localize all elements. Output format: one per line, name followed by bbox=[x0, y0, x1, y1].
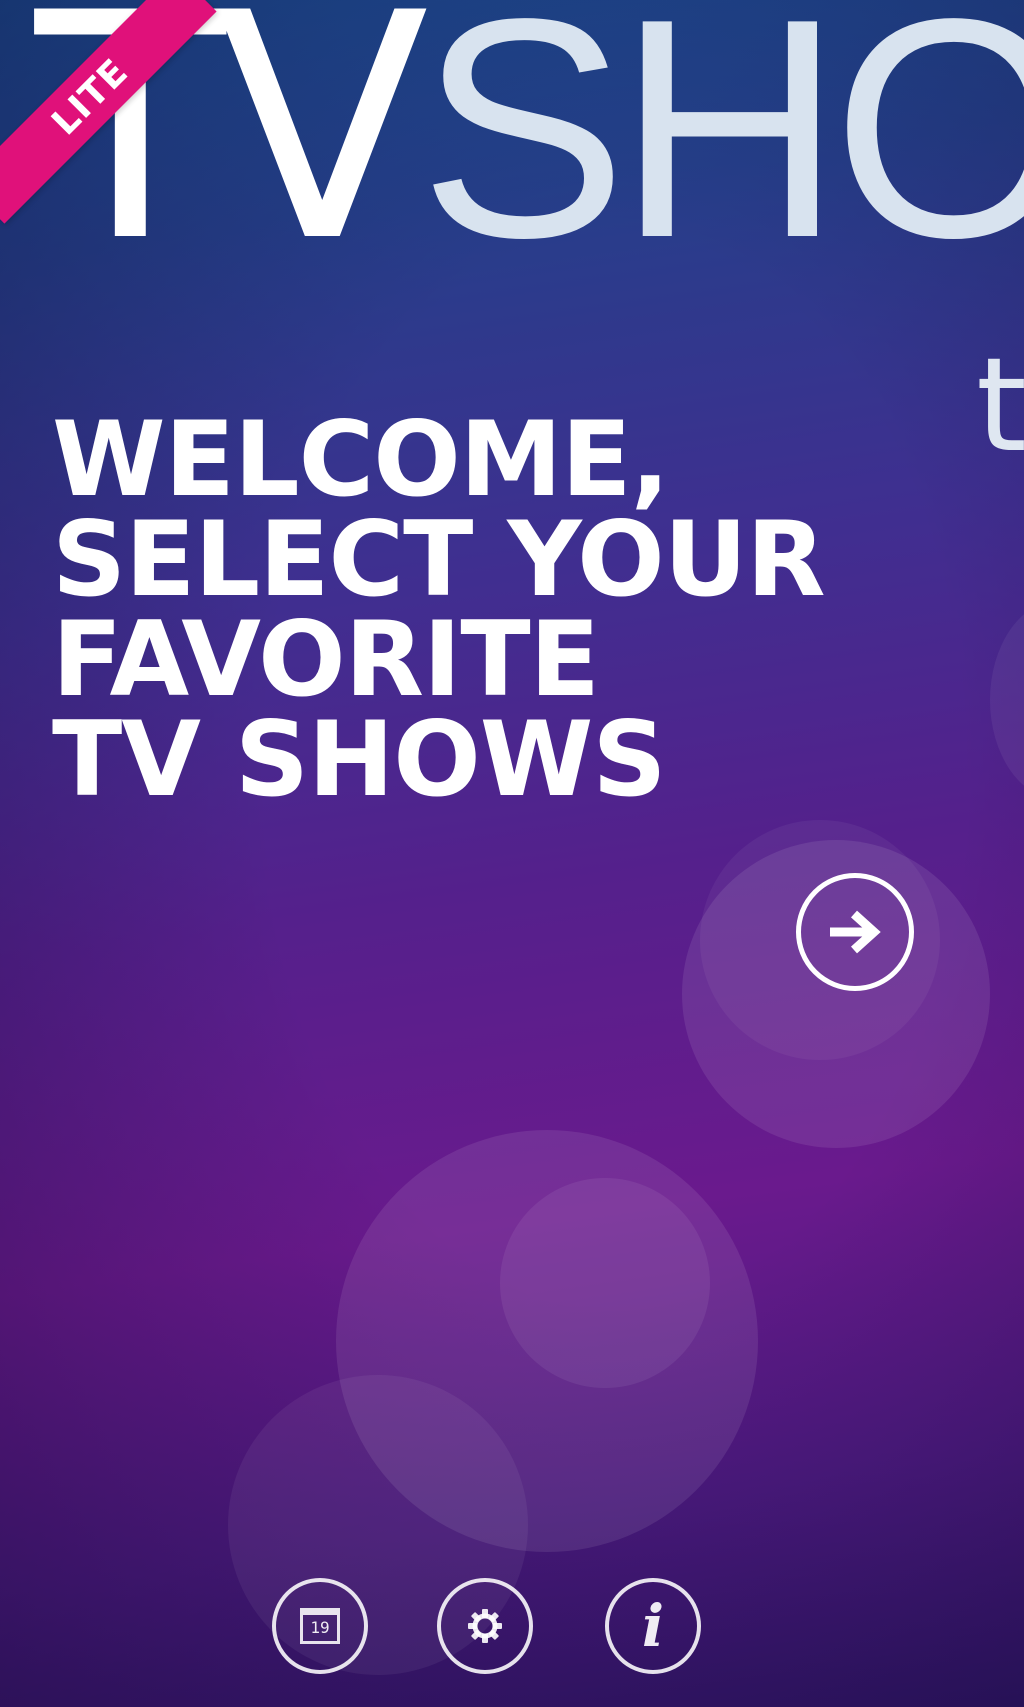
welcome-line: SELECT YOUR bbox=[52, 500, 826, 620]
arrow-right-icon bbox=[830, 910, 881, 954]
welcome-line: FAVORITE bbox=[52, 600, 600, 720]
calendar-icon: 19 bbox=[300, 1608, 340, 1644]
app-title-shows: SHO bbox=[419, 0, 1024, 303]
bokeh-circle bbox=[500, 1178, 710, 1388]
info-button[interactable]: i bbox=[605, 1578, 701, 1674]
next-button[interactable] bbox=[796, 873, 914, 991]
app-title-tv: TV bbox=[35, 0, 429, 310]
calendar-button[interactable]: 19 bbox=[272, 1578, 368, 1674]
calendar-day: 19 bbox=[310, 1618, 330, 1637]
welcome-heading: WELCOME, SELECT YOUR FAVORITE TV SHOWS bbox=[52, 400, 952, 820]
gear-icon bbox=[468, 1609, 502, 1643]
welcome-line: TV SHOWS bbox=[52, 700, 667, 820]
welcome-line: WELCOME, bbox=[52, 400, 670, 520]
info-icon: i bbox=[641, 1592, 665, 1660]
next-panel-title-peek: t bbox=[976, 329, 1024, 481]
app-bar: 19 i bbox=[0, 1578, 1024, 1680]
welcome-screen: TVSHO LITE t WELCOME, SELECT YOUR FAVORI… bbox=[0, 0, 1024, 1707]
settings-button[interactable] bbox=[437, 1578, 533, 1674]
